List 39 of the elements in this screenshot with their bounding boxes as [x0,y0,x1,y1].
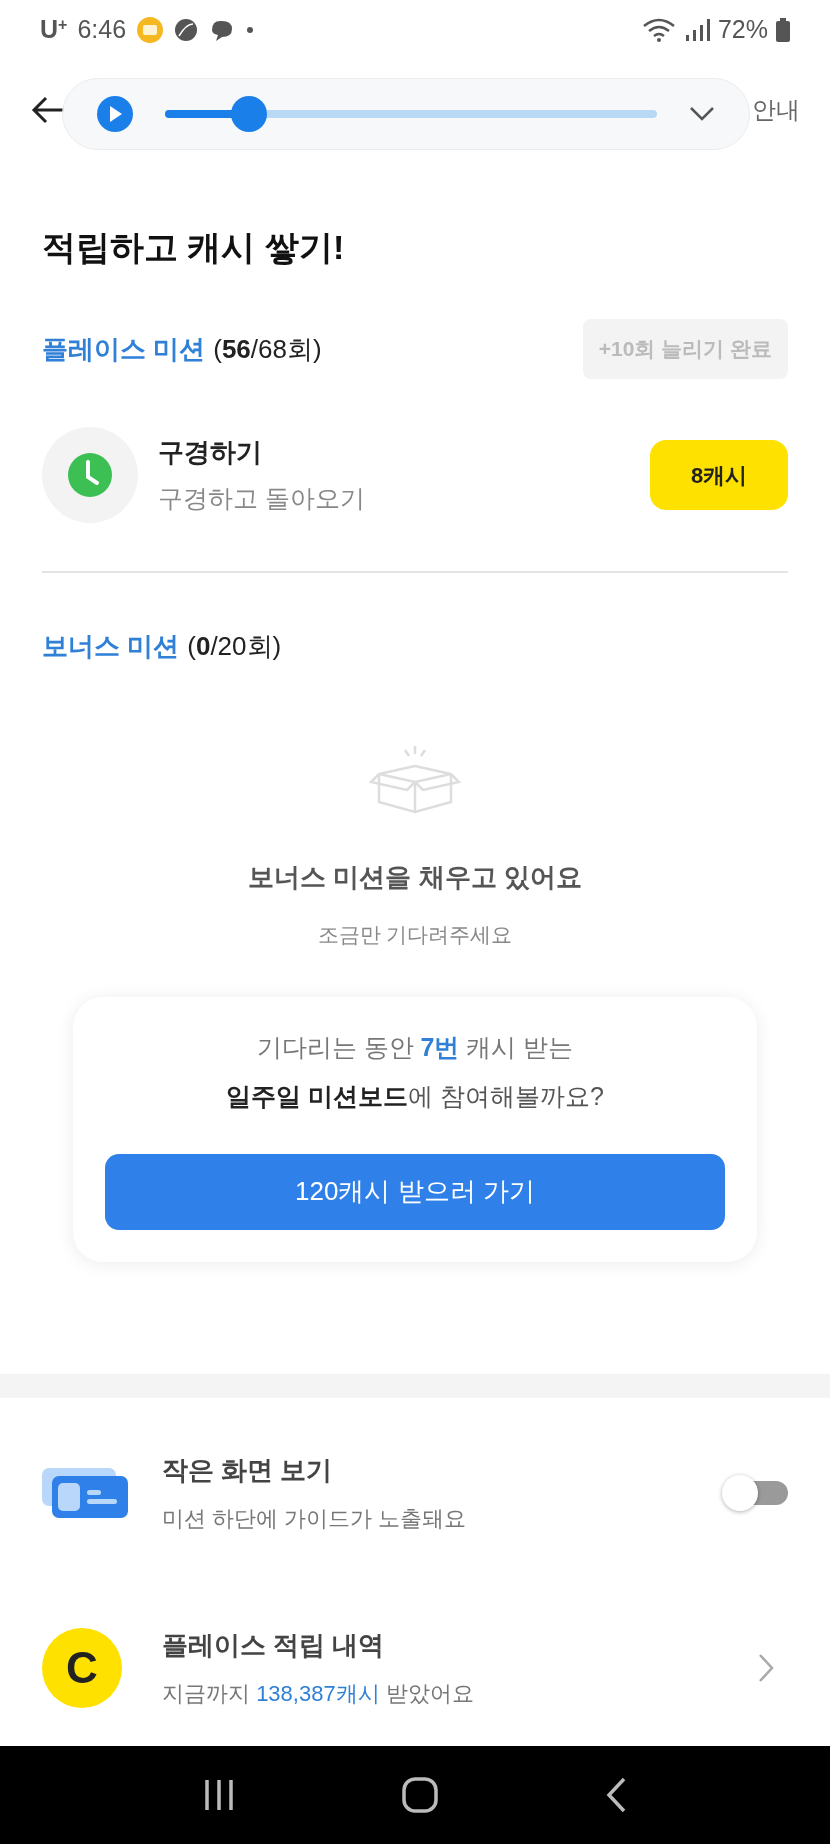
setting-title: 작은 화면 보기 [162,1454,334,1487]
setting-description: 지금까지 138,387캐시 받았어요 [162,1680,475,1708]
home-icon[interactable] [402,1777,438,1813]
setting-title: 플레이스 적립 내역 [162,1629,386,1662]
wifi-icon [641,17,676,43]
progress-slider[interactable] [165,96,657,132]
promo-text: 일주일 미션보드에 참여해볼까요? [226,1081,604,1112]
slider-thumb[interactable] [230,96,267,132]
app-notification-icon [136,16,165,44]
section-title: 플레이스 미션 [42,332,206,366]
mission-count: (56/68회) [213,332,322,366]
setting-description: 미션 하단에 가이드가 노출돼요 [162,1505,468,1533]
leaf-icon [174,18,199,42]
battery-icon [776,18,790,42]
promo-text: 기다리는 동안 7번 캐시 받는 [256,1031,574,1063]
headline: 적립하고 캐시 쌓기! [42,227,346,268]
play-button[interactable] [97,96,133,132]
guide-link[interactable]: 안내 [752,92,800,128]
carrier-label: U$^{+}$ [40,14,68,46]
dot-icon [246,26,255,34]
empty-box-icon [369,746,461,814]
empty-subtitle: 조금만 기다려주세요 [317,922,513,948]
small-screen-icon [42,1468,128,1518]
signal-icon [683,18,710,42]
mission-description: 구경하고 돌아오기 [158,482,366,514]
cash-logo: C [42,1628,122,1708]
reward-button[interactable]: 8캐시 [650,440,788,510]
mission-title: 구경하기 [158,435,263,469]
toggle-switch[interactable] [722,1476,788,1510]
back-icon[interactable] [604,1777,627,1813]
empty-title: 보너스 미션을 채우고 있어요 [248,861,582,894]
clock: 6:46 [77,14,127,46]
recent-apps-icon[interactable] [203,1778,236,1812]
section-title: 보너스 미션 [42,630,180,663]
mission-count: (0/20회) [187,630,282,663]
chevron-down-icon[interactable] [689,106,715,122]
play-icon [108,106,122,122]
battery-percent: 72% [717,14,768,46]
mission-board-button[interactable]: 120캐시 받으러 가기 [105,1153,725,1230]
